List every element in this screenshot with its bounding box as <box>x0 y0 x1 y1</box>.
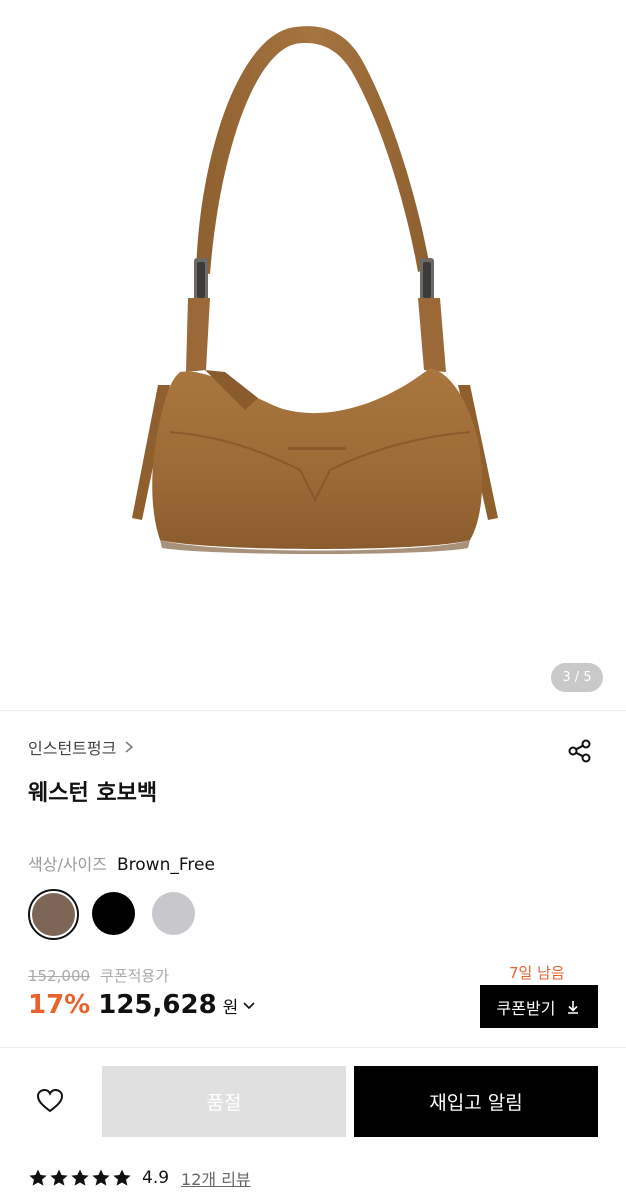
product-title: 웨스턴 호보백 <box>28 781 158 806</box>
download-icon <box>568 1000 579 1014</box>
star-icon <box>50 1169 68 1186</box>
original-price: 152,000 <box>28 966 91 985</box>
get-coupon-label: 쿠폰받기 <box>496 998 556 1018</box>
coupon-days-left: 7일 남음 <box>509 964 565 982</box>
heart-icon <box>36 1088 64 1113</box>
share-button[interactable] <box>565 736 595 766</box>
star-icon <box>71 1169 89 1186</box>
original-price-row: 152,000 쿠폰적용가 <box>28 965 169 986</box>
color-swatch-black[interactable] <box>92 892 135 935</box>
option-selection: 색상/사이즈 Brown_Free <box>28 851 215 875</box>
discount-rate: 17% <box>28 990 91 1020</box>
star-icon <box>92 1169 110 1186</box>
product-image <box>132 26 498 554</box>
star-icon <box>29 1169 47 1186</box>
rating-summary: 4.9 12개 리뷰 <box>28 1166 251 1190</box>
rating-stars <box>28 1168 132 1188</box>
color-swatch-gray[interactable] <box>152 892 195 935</box>
sale-price: 125,628 <box>98 990 217 1020</box>
image-counter: 3 / 5 <box>551 663 603 692</box>
option-value: Brown_Free <box>117 855 215 875</box>
color-swatch-brown[interactable] <box>28 889 79 940</box>
rating-value: 4.9 <box>142 1168 170 1188</box>
chevron-right-icon <box>125 741 134 753</box>
coupon-applied-label: 쿠폰적용가 <box>100 967 170 985</box>
share-icon <box>568 739 591 763</box>
chevron-down-icon <box>243 1002 255 1010</box>
product-image-gallery[interactable]: 3 / 5 <box>0 0 626 710</box>
star-icon <box>113 1169 131 1186</box>
option-label: 색상/사이즈 <box>28 855 107 874</box>
divider <box>0 1047 626 1048</box>
wishlist-button[interactable] <box>30 1083 70 1119</box>
get-coupon-button[interactable]: 쿠폰받기 <box>480 985 598 1028</box>
sale-price-row[interactable]: 17% 125,628 원 <box>28 990 256 1020</box>
sold-out-button: 품절 <box>102 1066 346 1137</box>
review-count-link[interactable]: 12개 리뷰 <box>181 1166 251 1190</box>
divider <box>0 710 626 711</box>
brand-link[interactable]: 인스턴트펑크 <box>28 735 136 759</box>
restock-alert-button[interactable]: 재입고 알림 <box>354 1066 598 1137</box>
brand-name: 인스턴트펑크 <box>28 739 117 758</box>
currency-unit: 원 <box>222 997 239 1018</box>
